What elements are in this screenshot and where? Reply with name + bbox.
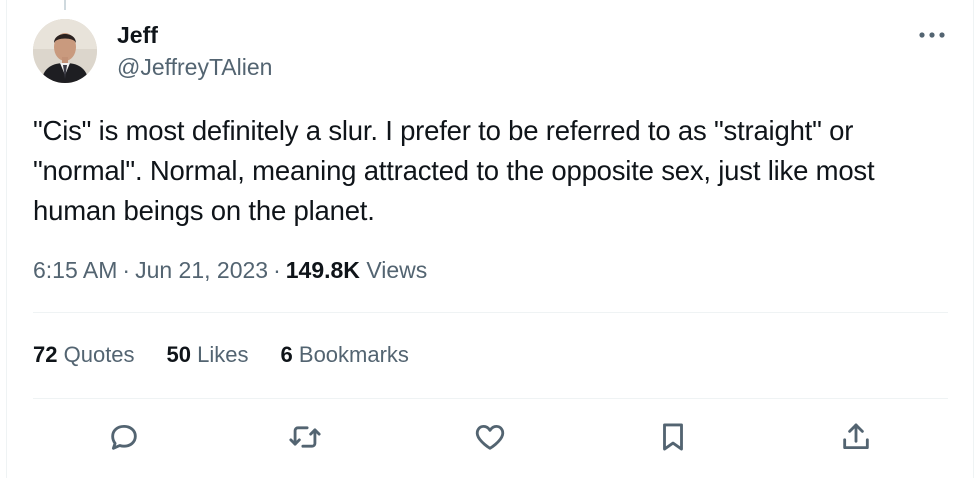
reply-button[interactable] <box>104 417 144 457</box>
views-count: 149.8K <box>285 257 360 283</box>
quotes-count: 72 <box>33 342 58 367</box>
avatar[interactable] <box>33 19 97 83</box>
bookmark-button[interactable] <box>653 417 693 457</box>
likes-stat[interactable]: 50 Likes <box>167 340 249 370</box>
more-options-button[interactable] <box>912 22 952 48</box>
bookmarks-count: 6 <box>280 342 293 367</box>
tweet-text: "Cis" is most definitely a slur. I prefe… <box>33 115 875 226</box>
meta-separator: · <box>122 257 131 283</box>
meta-separator: · <box>273 257 281 283</box>
like-button[interactable] <box>470 417 510 457</box>
share-icon <box>843 423 869 450</box>
quotes-label: Quotes <box>63 342 135 367</box>
action-bar <box>33 415 948 459</box>
reply-icon <box>111 424 137 450</box>
bookmarks-label: Bookmarks <box>298 342 409 367</box>
more-options-icon <box>919 32 945 38</box>
author-handle[interactable]: @JeffreyTAlien <box>117 52 272 82</box>
like-icon <box>475 424 505 450</box>
bookmarks-stat[interactable]: 6 Bookmarks <box>281 340 409 370</box>
retweet-icon <box>289 426 321 448</box>
likes-count: 50 <box>166 342 192 367</box>
views-label: Views <box>366 257 428 283</box>
thread-connector-line <box>64 0 66 10</box>
engagement-stats: 72 Quotes 50 Likes 6 Bookmarks <box>33 340 441 370</box>
bookmark-icon <box>663 423 683 451</box>
divider <box>33 312 948 313</box>
tweet-time[interactable]: 6:15 AM <box>33 257 117 283</box>
retweet-button[interactable] <box>285 417 325 457</box>
tweet-date[interactable]: Jun 21, 2023 <box>135 257 268 283</box>
share-button[interactable] <box>836 417 876 457</box>
quotes-stat[interactable]: 72 Quotes <box>33 340 135 370</box>
divider <box>33 398 948 399</box>
tweet-metadata: 6:15 AM · Jun 21, 2023 · 149.8K Views <box>33 255 427 285</box>
likes-label: Likes <box>197 342 249 367</box>
author-display-name[interactable]: Jeff <box>117 20 158 50</box>
